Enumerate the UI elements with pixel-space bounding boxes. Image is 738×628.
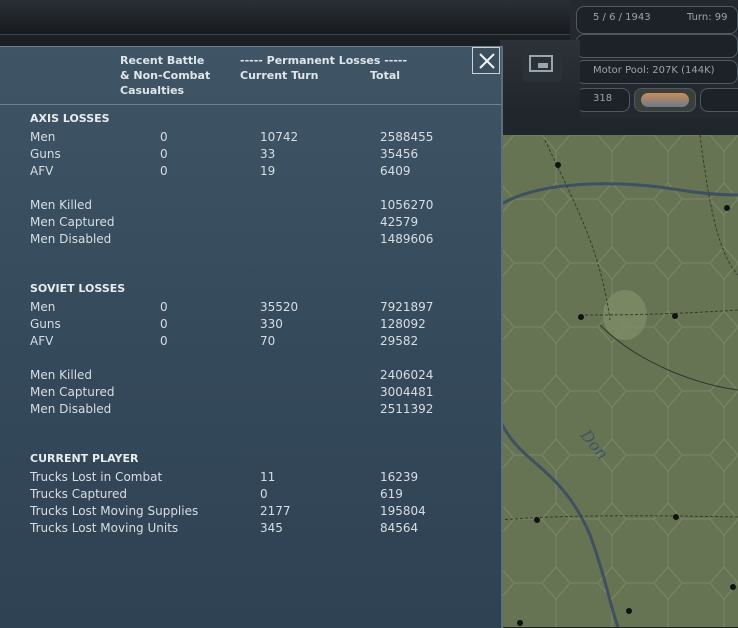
close-icon [479, 53, 495, 69]
trucks-units-total: 84564 [380, 521, 419, 535]
date-turn-field: 5 / 6 / 1943 Turn: 99 [576, 6, 738, 34]
header-recent-battle: Recent Battle & Non-Combat Casualties [120, 54, 211, 97]
unit-badge-graphic [641, 93, 689, 107]
turn-text: Turn: 99 [687, 12, 728, 23]
soviet-guns-current: 330 [260, 317, 283, 331]
axis-disabled-total: 1489606 [380, 232, 434, 246]
soviet-afv-recent: 0 [160, 334, 168, 348]
monitor-button[interactable] [522, 46, 562, 82]
trucks-combat-label: Trucks Lost in Combat [30, 470, 163, 484]
motor-pool-field: Motor Pool: 207K (144K) [576, 60, 738, 84]
losses-dialog: Recent Battle & Non-Combat Casualties --… [0, 46, 503, 628]
trucks-supplies-total: 195804 [380, 504, 426, 518]
trucks-units-label: Trucks Lost Moving Units [30, 521, 179, 535]
axis-afv-total: 6409 [380, 164, 411, 178]
axis-men-label: Men [30, 130, 56, 144]
soviet-men-total: 7921897 [380, 300, 434, 314]
trucks-supplies-current: 2177 [260, 504, 291, 518]
date-text: 5 / 6 / 1943 [593, 12, 651, 23]
hex-map[interactable]: Don [500, 135, 738, 627]
soviet-captured-label: Men Captured [30, 385, 115, 399]
header-divider [0, 104, 501, 105]
soviet-afv-total: 29582 [380, 334, 419, 348]
close-button[interactable] [472, 47, 500, 74]
trucks-combat-current: 11 [260, 470, 276, 484]
axis-afv-current: 19 [260, 164, 276, 178]
map-graphics [500, 135, 738, 627]
header-total: Total [370, 69, 401, 82]
soviet-afv-current: 70 [260, 334, 276, 348]
counter-field: 318 [576, 88, 630, 112]
soviet-guns-label: Guns [30, 317, 61, 331]
trucks-combat-total: 16239 [380, 470, 419, 484]
trucks-captured-current: 0 [260, 487, 268, 501]
extra-field [700, 88, 738, 112]
trucks-units-current: 345 [260, 521, 283, 535]
header-current-turn: Current Turn [240, 69, 319, 82]
soviet-killed-total: 2406024 [380, 368, 434, 382]
axis-guns-recent: 0 [160, 147, 168, 161]
map-frame [500, 118, 738, 136]
soviet-men-label: Men [30, 300, 56, 314]
axis-disabled-label: Men Disabled [30, 232, 112, 246]
top-bar [0, 0, 570, 35]
status-panel: 5 / 6 / 1943 Turn: 99 Motor Pool: 207K (… [570, 0, 738, 118]
axis-afv-recent: 0 [160, 164, 168, 178]
axis-men-recent: 0 [160, 130, 168, 144]
soviet-guns-total: 128092 [380, 317, 426, 331]
axis-killed-label: Men Killed [30, 198, 93, 212]
unit-badge[interactable] [634, 88, 696, 112]
axis-losses-title: AXIS LOSSES [30, 112, 110, 125]
axis-men-current: 10742 [260, 130, 299, 144]
soviet-afv-label: AFV [30, 334, 54, 348]
soviet-captured-total: 3004481 [380, 385, 434, 399]
empty-field [576, 34, 738, 58]
axis-captured-label: Men Captured [30, 215, 115, 229]
header-permanent-losses: ----- Permanent Losses ----- [240, 54, 408, 67]
axis-captured-total: 42579 [380, 215, 419, 229]
soviet-disabled-total: 2511392 [380, 402, 434, 416]
counter-text: 318 [593, 93, 613, 104]
trucks-captured-total: 619 [380, 487, 403, 501]
motor-pool-text: Motor Pool: 207K (144K) [593, 65, 715, 76]
soviet-guns-recent: 0 [160, 317, 168, 331]
axis-men-total: 2588455 [380, 130, 434, 144]
axis-afv-label: AFV [30, 164, 54, 178]
trucks-supplies-label: Trucks Lost Moving Supplies [30, 504, 199, 518]
axis-guns-total: 35456 [380, 147, 419, 161]
axis-guns-label: Guns [30, 147, 61, 161]
soviet-men-current: 35520 [260, 300, 299, 314]
trucks-captured-label: Trucks Captured [30, 487, 128, 501]
current-player-title: CURRENT PLAYER [30, 452, 139, 465]
soviet-men-recent: 0 [160, 300, 168, 314]
soviet-losses-title: SOVIET LOSSES [30, 282, 126, 295]
soviet-disabled-label: Men Disabled [30, 402, 112, 416]
monitor-icon [529, 55, 553, 72]
axis-guns-current: 33 [260, 147, 276, 161]
soviet-killed-label: Men Killed [30, 368, 93, 382]
axis-killed-total: 1056270 [380, 198, 434, 212]
